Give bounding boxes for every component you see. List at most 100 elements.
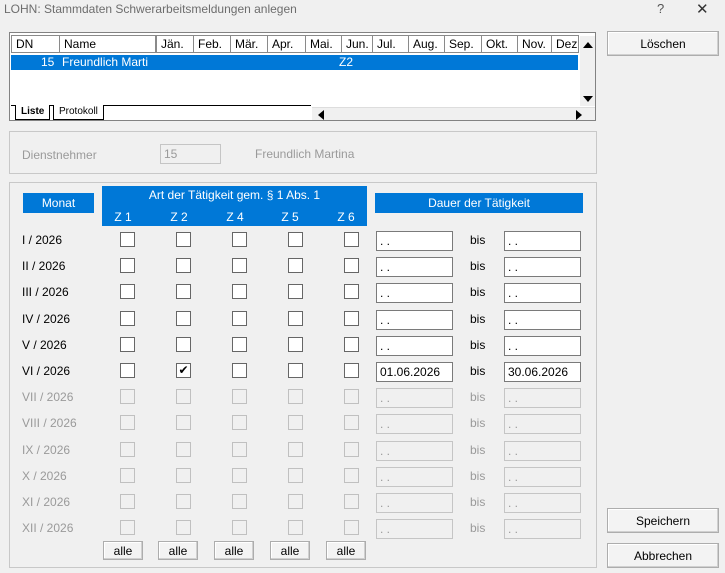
checkbox-z[interactable] bbox=[232, 310, 247, 326]
checkbox-z[interactable] bbox=[176, 494, 191, 509]
checkbox-z[interactable] bbox=[288, 258, 303, 274]
date-from-field[interactable]: . . bbox=[376, 414, 453, 435]
checkbox-z[interactable] bbox=[120, 284, 135, 300]
checkbox-z[interactable] bbox=[176, 441, 191, 457]
checkbox-z[interactable] bbox=[288, 336, 303, 352]
horizontal-scrollbar[interactable] bbox=[312, 107, 596, 121]
checkbox-z[interactable] bbox=[232, 284, 247, 300]
date-to-field[interactable]: . . bbox=[504, 414, 581, 435]
date-from-field[interactable]: . . bbox=[376, 440, 453, 461]
date-to-field[interactable]: . . bbox=[504, 309, 581, 330]
grid-column-header[interactable]: Aug. bbox=[408, 35, 445, 53]
checkbox-z[interactable] bbox=[288, 520, 303, 536]
grid-column-header[interactable]: Feb. bbox=[193, 35, 231, 53]
date-to-field[interactable]: 30.06.2026 bbox=[504, 362, 581, 382]
help-icon[interactable]: ? bbox=[657, 1, 664, 16]
checkbox-z[interactable] bbox=[344, 467, 359, 483]
date-to-field[interactable]: . . bbox=[504, 257, 581, 278]
checkbox-z[interactable] bbox=[288, 494, 303, 509]
speichern-button[interactable]: Speichern bbox=[607, 508, 719, 533]
grid-column-header[interactable]: Mär. bbox=[230, 35, 268, 53]
alle-button[interactable]: alle bbox=[214, 541, 254, 560]
checkbox-z[interactable] bbox=[120, 467, 135, 483]
date-from-field[interactable]: . . bbox=[376, 283, 453, 304]
checkbox-z[interactable] bbox=[288, 232, 303, 247]
checkbox-z[interactable] bbox=[232, 415, 247, 431]
date-from-field[interactable]: . . bbox=[376, 335, 453, 356]
alle-button[interactable]: alle bbox=[158, 541, 198, 560]
checkbox-z[interactable] bbox=[344, 389, 359, 405]
checkbox-z[interactable] bbox=[120, 258, 135, 274]
checkbox-z[interactable] bbox=[232, 467, 247, 483]
table-row[interactable]: 15 Freundlich Marti Z2 bbox=[11, 55, 578, 70]
checkbox-z[interactable] bbox=[344, 232, 359, 247]
grid-column-header[interactable]: Mai. bbox=[305, 35, 342, 53]
checkbox-z[interactable]: ✔ bbox=[176, 363, 191, 378]
checkbox-z[interactable] bbox=[288, 284, 303, 300]
checkbox-z[interactable] bbox=[176, 284, 191, 300]
checkbox-z[interactable] bbox=[120, 441, 135, 457]
loeschen-button[interactable]: Löschen bbox=[607, 31, 719, 56]
checkbox-z[interactable] bbox=[344, 441, 359, 457]
checkbox-z[interactable] bbox=[344, 363, 359, 378]
checkbox-z[interactable] bbox=[120, 520, 135, 536]
grid-column-header[interactable]: Jun. bbox=[341, 35, 373, 53]
checkbox-z[interactable] bbox=[176, 258, 191, 274]
employee-list-grid[interactable]: DN Name Jän. Feb. Mär. Apr. Mai. Jun. Jul. Aug. Se… bbox=[9, 32, 596, 121]
grid-column-header[interactable]: Jul. bbox=[372, 35, 409, 53]
checkbox-z[interactable] bbox=[176, 389, 191, 405]
checkbox-z[interactable] bbox=[232, 363, 247, 378]
checkbox-z[interactable] bbox=[344, 415, 359, 431]
checkbox-z[interactable] bbox=[344, 310, 359, 326]
grid-column-header[interactable]: Dez bbox=[551, 35, 579, 53]
date-to-field[interactable]: . . bbox=[504, 440, 581, 461]
close-icon[interactable]: ✕ bbox=[696, 0, 709, 18]
date-from-field[interactable]: . . bbox=[376, 231, 453, 251]
checkbox-z[interactable] bbox=[344, 284, 359, 300]
checkbox-z[interactable] bbox=[120, 415, 135, 431]
date-to-field[interactable]: . . bbox=[504, 519, 581, 540]
date-from-field[interactable]: . . bbox=[376, 466, 453, 487]
checkbox-z[interactable] bbox=[344, 336, 359, 352]
dienstnehmer-number-field[interactable]: 15 bbox=[160, 144, 221, 164]
checkbox-z[interactable] bbox=[288, 389, 303, 405]
date-to-field[interactable]: . . bbox=[504, 493, 581, 513]
checkbox-z[interactable] bbox=[288, 467, 303, 483]
checkbox-z[interactable] bbox=[176, 467, 191, 483]
checkbox-z[interactable] bbox=[232, 336, 247, 352]
checkbox-z[interactable] bbox=[120, 494, 135, 509]
date-from-field[interactable]: . . bbox=[376, 309, 453, 330]
checkbox-z[interactable] bbox=[176, 520, 191, 536]
date-to-field[interactable]: . . bbox=[504, 283, 581, 304]
checkbox-z[interactable] bbox=[344, 258, 359, 274]
alle-button[interactable]: alle bbox=[270, 541, 310, 560]
grid-column-header[interactable]: Sep. bbox=[444, 35, 482, 53]
date-to-field[interactable]: . . bbox=[504, 231, 581, 251]
alle-button[interactable]: alle bbox=[103, 541, 143, 560]
checkbox-z[interactable] bbox=[176, 310, 191, 326]
hscroll-arrows-icon[interactable] bbox=[312, 108, 596, 121]
checkbox-z[interactable] bbox=[344, 520, 359, 536]
checkbox-z[interactable] bbox=[288, 310, 303, 326]
tab-liste[interactable]: Liste bbox=[15, 105, 51, 120]
checkbox-z[interactable] bbox=[120, 336, 135, 352]
checkbox-z[interactable] bbox=[176, 232, 191, 247]
checkbox-z[interactable] bbox=[288, 415, 303, 431]
date-from-field[interactable]: . . bbox=[376, 519, 453, 540]
checkbox-z[interactable] bbox=[232, 232, 247, 247]
checkbox-z[interactable] bbox=[232, 494, 247, 509]
checkbox-z[interactable] bbox=[288, 441, 303, 457]
vertical-scrollbar[interactable] bbox=[580, 36, 595, 106]
checkbox-z[interactable] bbox=[176, 415, 191, 431]
checkbox-z[interactable] bbox=[120, 363, 135, 378]
checkbox-z[interactable] bbox=[176, 336, 191, 352]
alle-button[interactable]: alle bbox=[326, 541, 366, 560]
checkbox-z[interactable] bbox=[344, 494, 359, 509]
checkbox-z[interactable] bbox=[120, 232, 135, 247]
checkbox-z[interactable] bbox=[232, 520, 247, 536]
grid-column-header[interactable]: Apr. bbox=[267, 35, 306, 53]
checkbox-z[interactable] bbox=[288, 363, 303, 378]
date-from-field[interactable]: . . bbox=[376, 257, 453, 278]
grid-column-header[interactable]: DN bbox=[11, 35, 60, 53]
grid-column-header[interactable]: Okt. bbox=[481, 35, 518, 53]
